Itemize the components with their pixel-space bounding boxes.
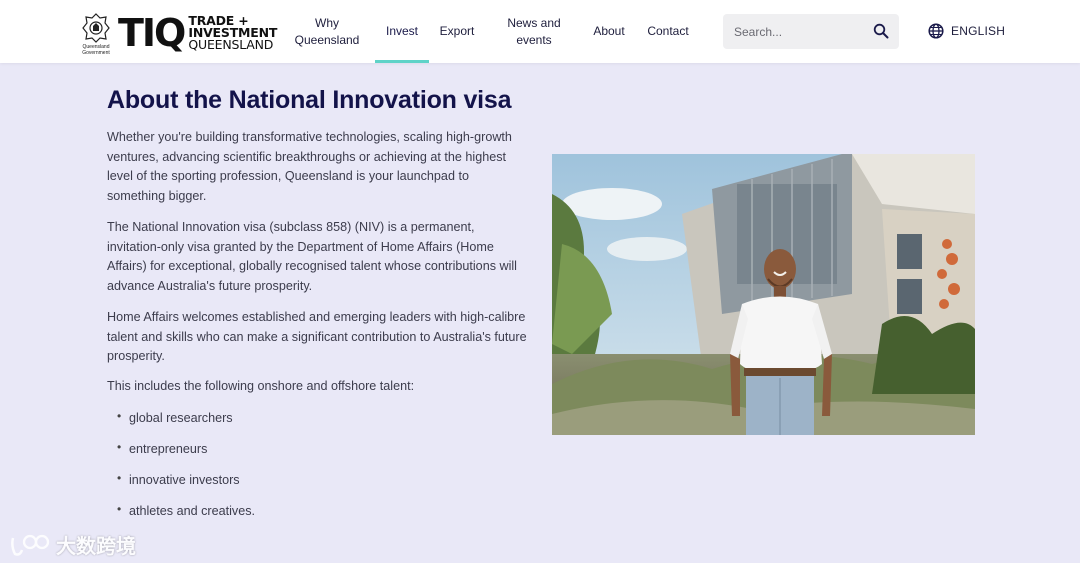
list-item: innovative investors [117, 468, 255, 501]
nav-about[interactable]: About [588, 0, 630, 63]
search-icon[interactable] [873, 23, 889, 39]
list-item: athletes and creatives. [117, 499, 255, 532]
logo-letters: TIQ [118, 11, 186, 55]
watermark: 大数跨境 [10, 530, 136, 559]
talent-intro-paragraph: This includes the following onshore and … [107, 379, 415, 393]
language-selector[interactable]: ENGLISH [928, 22, 1005, 40]
search-input[interactable] [723, 14, 868, 49]
visa-description-paragraph: The National Innovation visa (subclass 8… [107, 220, 517, 293]
home-affairs-paragraph: Home Affairs welcomes established and em… [107, 310, 527, 364]
tiq-logo[interactable]: TIQ TRADE + INVESTMENT QUEENSLAND [118, 14, 277, 52]
talent-list: global researchers entrepreneurs innovat… [117, 406, 255, 532]
list-item: entrepreneurs [117, 437, 255, 470]
crest-label: Queensland Government [82, 44, 110, 56]
list-item: global researchers [117, 406, 255, 439]
watermark-logo-icon [11, 534, 50, 556]
nav-news-and-events[interactable]: News and events [500, 0, 568, 63]
nav-invest[interactable]: Invest [375, 0, 429, 63]
man-in-front-of-building-image [552, 154, 975, 435]
queensland-government-crest[interactable]: Queensland Government [80, 12, 112, 56]
logo-wordmark: TRADE + INVESTMENT QUEENSLAND [188, 14, 277, 52]
site-header: Queensland Government TIQ TRADE + INVEST… [0, 0, 1080, 63]
intro-paragraph: Whether you're building transformative t… [107, 130, 512, 203]
globe-icon [928, 23, 944, 39]
nav-export[interactable]: Export [434, 0, 480, 63]
hero-photo [552, 154, 975, 435]
nav-contact[interactable]: Contact [643, 0, 693, 63]
nav-why-queensland[interactable]: Why Queensland [290, 0, 364, 63]
page-title: About the National Innovation visa [107, 86, 512, 114]
logo-line-3: QUEENSLAND [188, 37, 274, 52]
crest-icon [82, 13, 110, 43]
watermark-text: 大数跨境 [56, 536, 136, 558]
language-label: ENGLISH [951, 24, 1006, 38]
